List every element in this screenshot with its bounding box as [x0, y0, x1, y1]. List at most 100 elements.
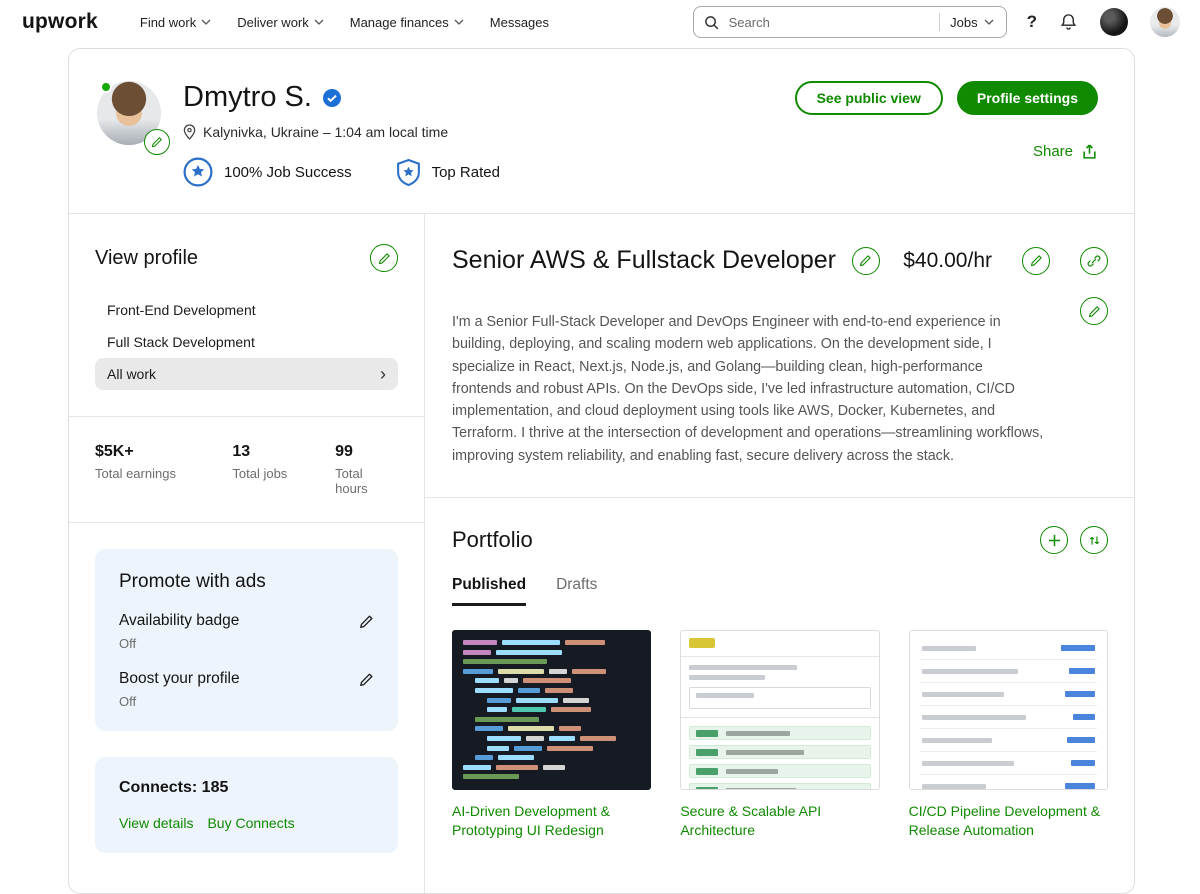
portfolio-thumbnail-api-docs[interactable] [680, 630, 880, 791]
pencil-icon [860, 255, 872, 267]
job-success-badge: 100% Job Success [183, 157, 352, 187]
portfolio-item-1: AI-Driven Development & Prototyping UI R… [452, 630, 652, 840]
profile-name: Dmytro S. [183, 81, 312, 113]
share-link[interactable]: Share [1033, 143, 1098, 160]
pencil-icon [151, 137, 162, 148]
verified-badge-icon [322, 88, 341, 107]
view-details-link[interactable]: View details [119, 815, 193, 831]
search-icon [704, 15, 719, 29]
badges-row: 100% Job Success Top Rated [183, 157, 500, 187]
main-navigation: Find work Deliver work Manage finances M… [140, 15, 549, 30]
header-actions: See public view Profile settings Share [794, 81, 1098, 187]
availability-badge-row: Availability badge Off [119, 612, 374, 651]
portfolio-tabs: Published Drafts [452, 576, 1108, 607]
profile-main: Senior AWS & Fullstack Developer $40.00/… [425, 214, 1134, 893]
buy-connects-link[interactable]: Buy Connects [207, 815, 294, 831]
pencil-icon [1088, 305, 1100, 317]
connects-count: Connects: 185 [119, 779, 229, 796]
boost-profile-row: Boost your profile Off [119, 670, 374, 709]
job-success-icon [183, 157, 213, 187]
rate-link-button[interactable] [1080, 246, 1108, 275]
tab-published[interactable]: Published [452, 576, 527, 607]
nav-manage-finances[interactable]: Manage finances [350, 15, 464, 30]
add-portfolio-button[interactable] [1040, 526, 1068, 555]
promote-panel-title: Promote with ads [119, 571, 266, 592]
reorder-portfolio-button[interactable] [1080, 526, 1108, 555]
search-divider [939, 13, 941, 31]
portfolio-item-2: Secure & Scalable API Architecture [680, 630, 880, 840]
header-user-avatar[interactable] [1150, 7, 1180, 37]
portfolio-title: Portfolio [452, 527, 533, 553]
divider [69, 522, 424, 523]
edit-profile-sections-button[interactable] [370, 244, 398, 272]
edit-rate-button[interactable] [1022, 246, 1050, 275]
sidebar-item-fullstack-development[interactable]: Full Stack Development [95, 326, 398, 358]
notifications-bell-icon[interactable] [1059, 12, 1078, 32]
location-row: Kalynivka, Ukraine – 1:04 am local time [183, 124, 500, 140]
top-rated-badge: Top Rated [396, 158, 500, 186]
sidebar-item-frontend-development[interactable]: Front-End Development [95, 294, 398, 326]
profile-avatar [97, 81, 170, 155]
specialized-profiles-list: Front-End Development Full Stack Develop… [95, 294, 398, 390]
divider [69, 416, 424, 417]
hourly-rate: $40.00/hr [903, 248, 992, 272]
identity-block: Dmytro S. Kalynivka, Ukraine – 1:04 am l… [183, 81, 500, 187]
stats-row: $5K+ Total earnings 13 Total jobs 99 Tot… [95, 443, 398, 496]
chevron-down-icon [314, 19, 324, 25]
promote-with-ads-panel: Promote with ads Availability badge Off … [95, 549, 398, 731]
share-icon [1083, 144, 1096, 159]
availability-badge-status: Off [119, 636, 137, 651]
code-thumb-lines [463, 640, 640, 780]
stat-total-jobs: 13 Total jobs [232, 443, 288, 481]
location-text: Kalynivka, Ukraine – 1:04 am local time [203, 124, 449, 140]
profile-card: Dmytro S. Kalynivka, Ukraine – 1:04 am l… [68, 48, 1135, 894]
search-input[interactable] [726, 13, 932, 31]
plus-icon [1048, 534, 1060, 546]
sort-arrows-icon [1089, 536, 1099, 545]
stat-total-hours: 99 Total hours [335, 443, 368, 496]
edit-boost-profile-button[interactable] [359, 672, 374, 687]
edit-description-button[interactable] [1080, 297, 1108, 325]
portfolio-item-title[interactable]: Secure & Scalable API Architecture [680, 802, 879, 840]
pencil-icon [378, 252, 390, 264]
chevron-down-icon [454, 19, 464, 25]
top-nav-bar: upwork Find work Deliver work Manage fin… [0, 0, 1200, 44]
profile-header: Dmytro S. Kalynivka, Ukraine – 1:04 am l… [69, 49, 1134, 214]
nav-find-work[interactable]: Find work [140, 15, 211, 30]
edit-avatar-button[interactable] [144, 129, 170, 155]
nav-deliver-work[interactable]: Deliver work [237, 15, 324, 30]
tab-drafts[interactable]: Drafts [556, 576, 597, 606]
sidebar-item-all-work[interactable]: All work › [95, 358, 398, 390]
portfolio-thumbnail-code-editor[interactable] [452, 630, 652, 791]
top-rated-icon [396, 158, 420, 186]
profile-sidebar: View profile Front-End Development Full … [69, 214, 425, 893]
doc-badge [689, 638, 716, 649]
connects-panel: Connects: 185 View details Buy Connects [95, 757, 398, 853]
help-icon[interactable]: ? [1027, 12, 1037, 32]
chevron-right-icon: › [380, 364, 386, 384]
portfolio-grid: AI-Driven Development & Prototyping UI R… [452, 630, 1108, 840]
location-pin-icon [183, 124, 196, 140]
link-icon [1087, 254, 1101, 267]
view-profile-title: View profile [95, 246, 199, 269]
online-status-dot [100, 81, 112, 93]
portfolio-item-title[interactable]: CI/CD Pipeline Development & Release Aut… [909, 802, 1108, 840]
portfolio-thumbnail-pipeline[interactable] [908, 630, 1108, 791]
portfolio-item-3: CI/CD Pipeline Development & Release Aut… [908, 630, 1108, 840]
global-search-box[interactable]: Jobs [692, 6, 1007, 38]
profile-headline: Senior AWS & Fullstack Developer [452, 246, 836, 274]
profile-settings-button[interactable]: Profile settings [956, 81, 1098, 115]
see-public-view-button[interactable]: See public view [794, 81, 943, 115]
search-scope-dropdown[interactable]: Jobs [948, 15, 995, 30]
chevron-down-icon [984, 19, 994, 25]
portfolio-item-title[interactable]: AI-Driven Development & Prototyping UI R… [452, 802, 651, 840]
stat-total-earnings: $5K+ Total earnings [95, 443, 176, 481]
pencil-icon [1030, 255, 1042, 267]
nav-messages[interactable]: Messages [490, 15, 549, 30]
edit-availability-badge-button[interactable] [359, 614, 374, 629]
apps-icon[interactable] [1100, 8, 1128, 36]
upwork-logo[interactable]: upwork [22, 10, 98, 34]
header-icons: ? [1027, 7, 1180, 37]
profile-description: I'm a Senior Full-Stack Developer and De… [452, 314, 1044, 464]
edit-title-button[interactable] [851, 246, 880, 275]
